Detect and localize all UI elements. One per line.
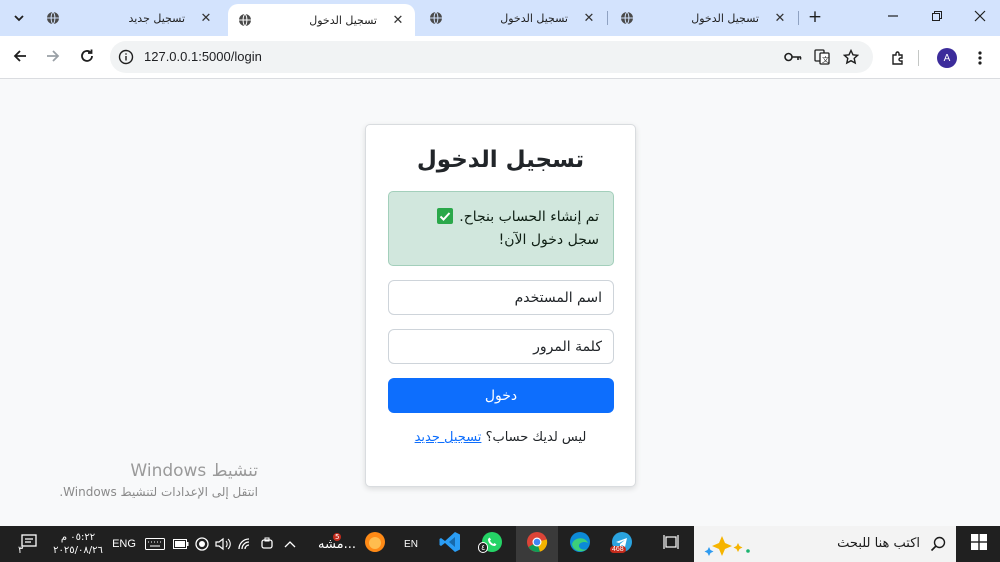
alert-message: تم إنشاء الحساب بنجاح. [459, 209, 599, 225]
menu-icon[interactable] [970, 48, 990, 68]
signup-prompt-text: ليس لديك حساب؟ [485, 430, 587, 445]
tab-close-icon[interactable]: ✕ [391, 13, 405, 28]
signup-prompt: ليس لديك حساب؟ تسجيل جديد [366, 430, 635, 445]
tab-close-icon[interactable]: ✕ [582, 11, 596, 26]
svg-text:文: 文 [822, 55, 829, 64]
close-window-button[interactable] [968, 6, 992, 30]
tab-title: تسجيل الدخول [500, 11, 568, 25]
tab-search-button[interactable] [9, 9, 29, 29]
taskbar-app-telegram[interactable]: 468 [604, 526, 640, 562]
notification-icon [21, 533, 37, 555]
taskbar-app-chrome[interactable] [516, 526, 558, 562]
windows-activation-watermark: تنشيط Windows انتقل إلى الإعدادات لتنشيط… [59, 461, 258, 499]
url-text: 127.0.0.1:5000/login [144, 49, 262, 64]
extensions-icon[interactable] [888, 48, 908, 68]
browser-tab-active[interactable]: تسجيل الدخول ✕ [228, 4, 415, 36]
login-button[interactable]: دخول [388, 378, 614, 413]
telegram-icon [611, 531, 633, 558]
username-input[interactable] [388, 280, 614, 315]
firefox-icon [364, 531, 386, 557]
reload-button[interactable] [76, 47, 98, 69]
watermark-subtitle: انتقل إلى الإعدادات لتنشيط Windows. [59, 485, 258, 499]
notifications-button[interactable]: ٣ [14, 526, 44, 562]
browser-tab[interactable]: تسجيل الدخول ✕ [610, 0, 797, 36]
globe-icon [46, 11, 60, 25]
password-input[interactable] [388, 329, 614, 364]
restore-icon [931, 10, 943, 26]
telegram-badge: 468 [610, 546, 626, 553]
signup-link[interactable]: تسجيل جديد [415, 430, 482, 445]
page-title: تسجيل الدخول [416, 147, 585, 173]
volume-icon[interactable] [214, 526, 232, 562]
new-tab-button[interactable]: + [805, 8, 825, 28]
tab-title: تسجيل الدخول [309, 13, 377, 27]
tab-separator [798, 11, 799, 25]
tab-close-icon[interactable]: ✕ [773, 11, 787, 26]
close-icon [974, 10, 986, 26]
wifi-icon[interactable] [236, 526, 254, 562]
globe-icon [238, 13, 252, 27]
record-icon[interactable] [193, 526, 211, 562]
browser-tabstrip: تسجيل جديد ✕ تسجيل الدخول ✕ تسجيل الدخول… [0, 0, 1000, 36]
bookmark-star-icon[interactable] [842, 49, 860, 65]
arrow-left-icon [12, 48, 28, 68]
taskbar-app-whatsapp[interactable]: ٤ [474, 526, 510, 562]
tab-separator [607, 11, 608, 25]
taskbar-app-firefox[interactable]: مشه... 5 [316, 526, 388, 562]
search-placeholder: اكتب هنا للبحث [837, 536, 920, 551]
maximize-button[interactable] [925, 6, 949, 30]
task-view-icon [663, 534, 679, 555]
alert-message-2: سجل دخول الآن! [498, 232, 599, 248]
chevron-up-icon[interactable] [280, 526, 300, 562]
success-alert: تم إنشاء الحساب بنجاح. سجل دخول الآن! [388, 191, 614, 266]
keyboard-icon[interactable] [143, 526, 167, 562]
start-button[interactable] [958, 526, 1000, 562]
clock-date: ٢٠٢٥/٠٨/٢٦ [53, 545, 103, 556]
vscode-icon [439, 531, 461, 558]
translate-icon[interactable]: 文 [813, 49, 831, 65]
site-info-icon[interactable] [118, 49, 134, 65]
taskbar-app-vscode[interactable] [432, 526, 468, 562]
globe-icon [429, 11, 443, 25]
chevron-down-icon [13, 12, 25, 27]
search-icon [930, 536, 946, 557]
clock-time: ٠٥:٢٢ م [60, 532, 96, 543]
input-indicator[interactable]: EN [398, 526, 424, 562]
browser-tab[interactable]: تسجيل الدخول ✕ [419, 0, 606, 36]
reload-icon [79, 48, 95, 68]
battery-icon[interactable] [172, 526, 190, 562]
back-button[interactable] [9, 47, 31, 69]
minimize-icon [887, 10, 899, 26]
globe-icon [620, 11, 634, 25]
chrome-icon [526, 531, 548, 558]
taskbar-app-edge[interactable] [562, 526, 598, 562]
windows-taskbar: ٣ ٠٥:٢٢ م ٢٠٢٥/٠٨/٢٦ ENG مشه... 5 EN ٤ 4… [0, 526, 1000, 562]
toolbar-divider [918, 50, 919, 66]
windows-logo-icon [971, 533, 987, 555]
watermark-title: تنشيط Windows [130, 461, 258, 481]
browser-tab[interactable]: تسجيل جديد ✕ [36, 0, 223, 36]
login-card: تسجيل الدخول تم إنشاء الحساب بنجاح. سجل … [365, 124, 636, 487]
tab-close-icon[interactable]: ✕ [199, 11, 213, 26]
taskbar-search-box[interactable]: اكتب هنا للبحث [694, 526, 956, 562]
minimize-button[interactable] [881, 6, 905, 30]
forward-button[interactable] [42, 47, 64, 69]
browser-toolbar: 127.0.0.1:5000/login 文 A [0, 36, 1000, 79]
checkmark-icon [436, 208, 453, 224]
copilot-sparkle-icon [704, 534, 754, 561]
tab-title: تسجيل الدخول [691, 11, 759, 25]
clock[interactable]: ٠٥:٢٢ م ٢٠٢٥/٠٨/٢٦ [46, 526, 110, 562]
task-view-button[interactable] [656, 526, 686, 562]
edge-icon [569, 531, 591, 558]
arrow-right-icon [45, 48, 61, 68]
key-icon[interactable] [784, 49, 802, 65]
meet-now-icon[interactable] [258, 526, 276, 562]
profile-avatar[interactable]: A [937, 48, 957, 68]
address-bar[interactable]: 127.0.0.1:5000/login 文 [110, 41, 873, 73]
tab-title: تسجيل جديد [128, 11, 185, 25]
notification-count: ٣ [18, 545, 24, 556]
language-indicator[interactable]: ENG [111, 526, 137, 562]
